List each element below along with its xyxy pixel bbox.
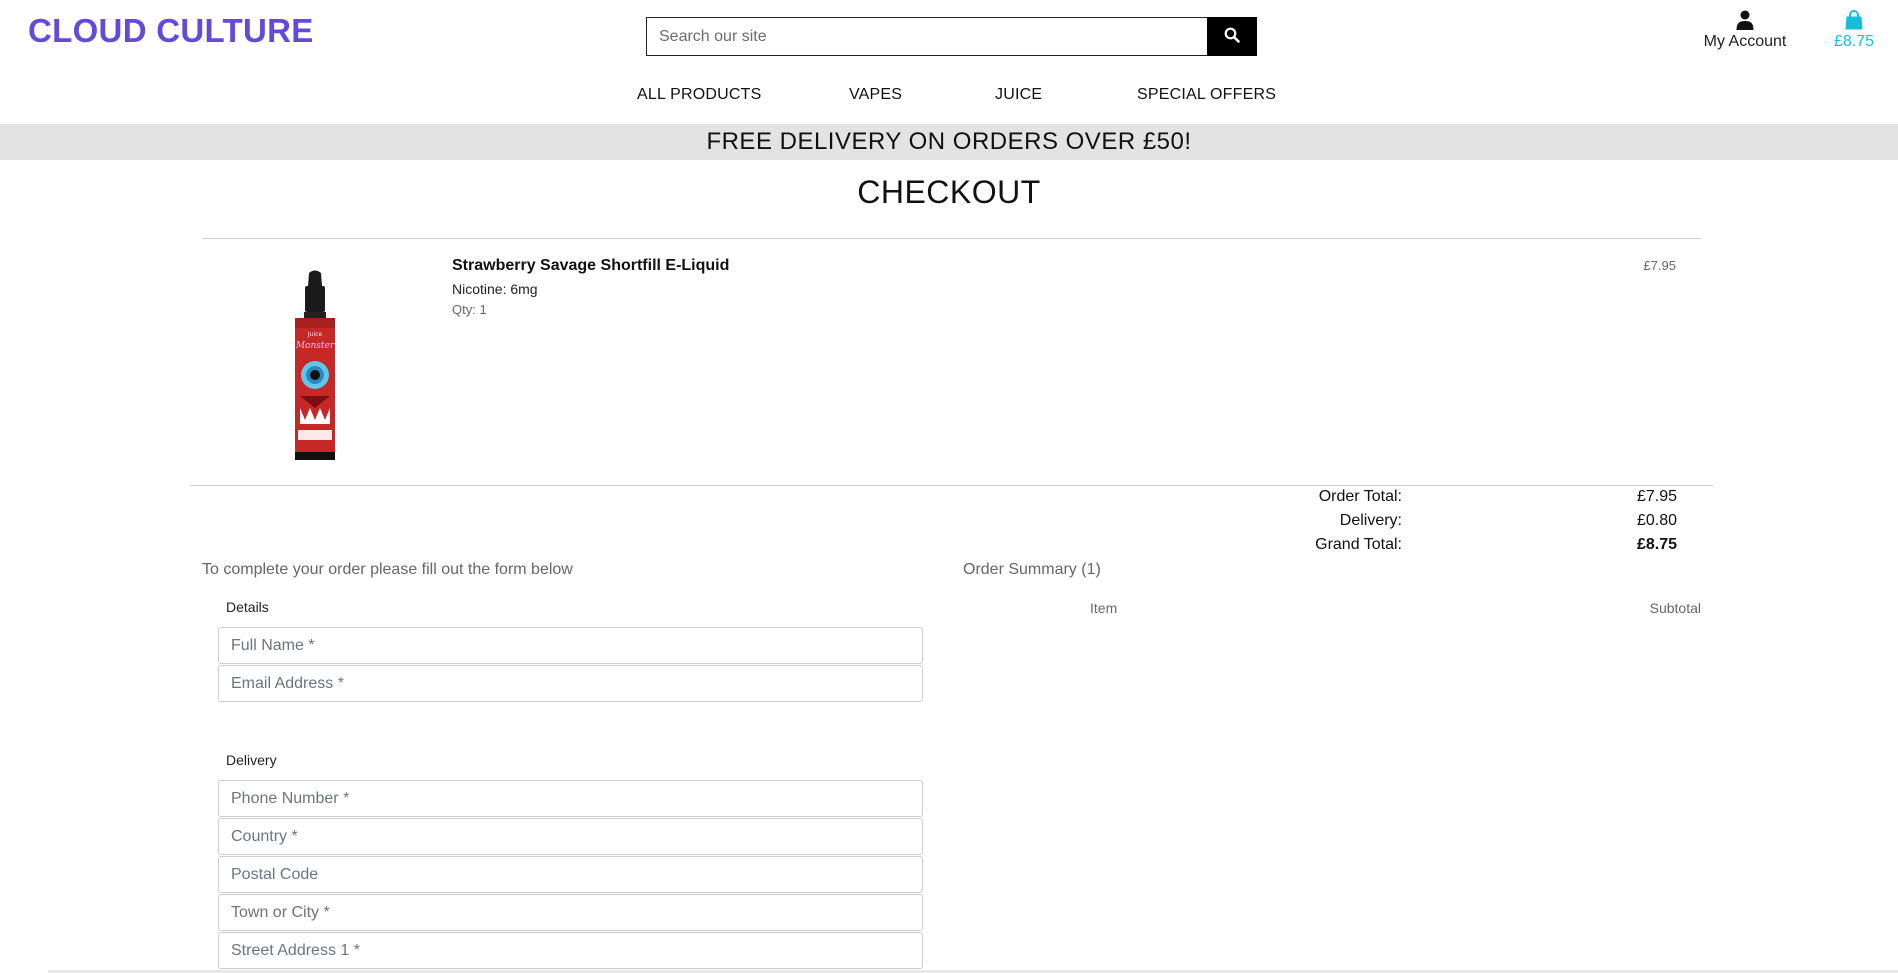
shopping-bag-icon <box>1830 10 1878 30</box>
order-summary-title: Order Summary (1) <box>963 561 1101 578</box>
details-legend: Details <box>226 599 269 615</box>
svg-text:Monster: Monster <box>295 341 335 351</box>
nav-juice[interactable]: JUICE <box>995 86 1042 104</box>
product-nicotine: Nicotine: 6mg <box>452 281 538 297</box>
search-bar <box>646 17 1257 56</box>
nav-vapes[interactable]: VAPES <box>849 86 902 104</box>
grand-total-label: Grand Total: <box>1315 536 1402 553</box>
order-total-label: Order Total: <box>1318 488 1402 505</box>
nav-special-offers[interactable]: SPECIAL OFFERS <box>1137 86 1276 104</box>
divider <box>190 485 1713 486</box>
bag-total: £8.75 <box>1833 33 1875 50</box>
email-field[interactable] <box>218 665 923 702</box>
order-total-value: £7.95 <box>1636 488 1677 505</box>
svg-text:Juice: Juice <box>307 331 323 338</box>
form-intro: To complete your order please fill out t… <box>202 561 573 578</box>
nav-all-products[interactable]: ALL PRODUCTS <box>637 86 762 104</box>
summary-subtotal-header: Subtotal <box>1649 600 1701 616</box>
shopping-bag-link[interactable]: £8.75 <box>1830 10 1878 51</box>
free-delivery-banner: FREE DELIVERY ON ORDERS OVER £50! <box>0 124 1898 160</box>
product-price: £7.95 <box>1643 258 1676 273</box>
search-input[interactable] <box>646 17 1207 56</box>
main-nav: ALL PRODUCTS VAPES JUICE SPECIAL OFFERS <box>0 86 1898 106</box>
site-logo[interactable]: CLOUD CULTURE <box>28 12 314 50</box>
phone-field[interactable] <box>218 780 923 817</box>
e-liquid-bottle-icon: Juice Monster <box>295 270 335 460</box>
grand-total-value: £8.75 <box>1636 536 1677 553</box>
search-button[interactable] <box>1207 17 1257 56</box>
delivery-legend: Delivery <box>226 752 277 768</box>
postcode-field[interactable] <box>218 856 923 893</box>
country-field[interactable] <box>218 818 923 855</box>
full-name-field[interactable] <box>218 627 923 664</box>
product-image: Juice Monster <box>280 268 350 468</box>
product-name[interactable]: Strawberry Savage Shortfill E-Liquid <box>452 257 729 275</box>
street-address-1-field[interactable] <box>218 932 923 969</box>
delivery-value: £0.80 <box>1636 512 1677 529</box>
my-account-label: My Account <box>1703 33 1787 50</box>
search-icon <box>1224 27 1240 46</box>
order-totals: Order Total: £7.95 Delivery: £0.80 Grand… <box>1100 488 1677 560</box>
page-title: CHECKOUT <box>857 174 1041 210</box>
summary-item-header: Item <box>1090 600 1118 616</box>
product-qty: Qty: 1 <box>452 302 487 317</box>
divider <box>202 238 1701 239</box>
town-field[interactable] <box>218 894 923 931</box>
delivery-label: Delivery: <box>1339 512 1402 529</box>
my-account-link[interactable]: My Account <box>1700 10 1790 51</box>
user-icon <box>1700 10 1790 30</box>
